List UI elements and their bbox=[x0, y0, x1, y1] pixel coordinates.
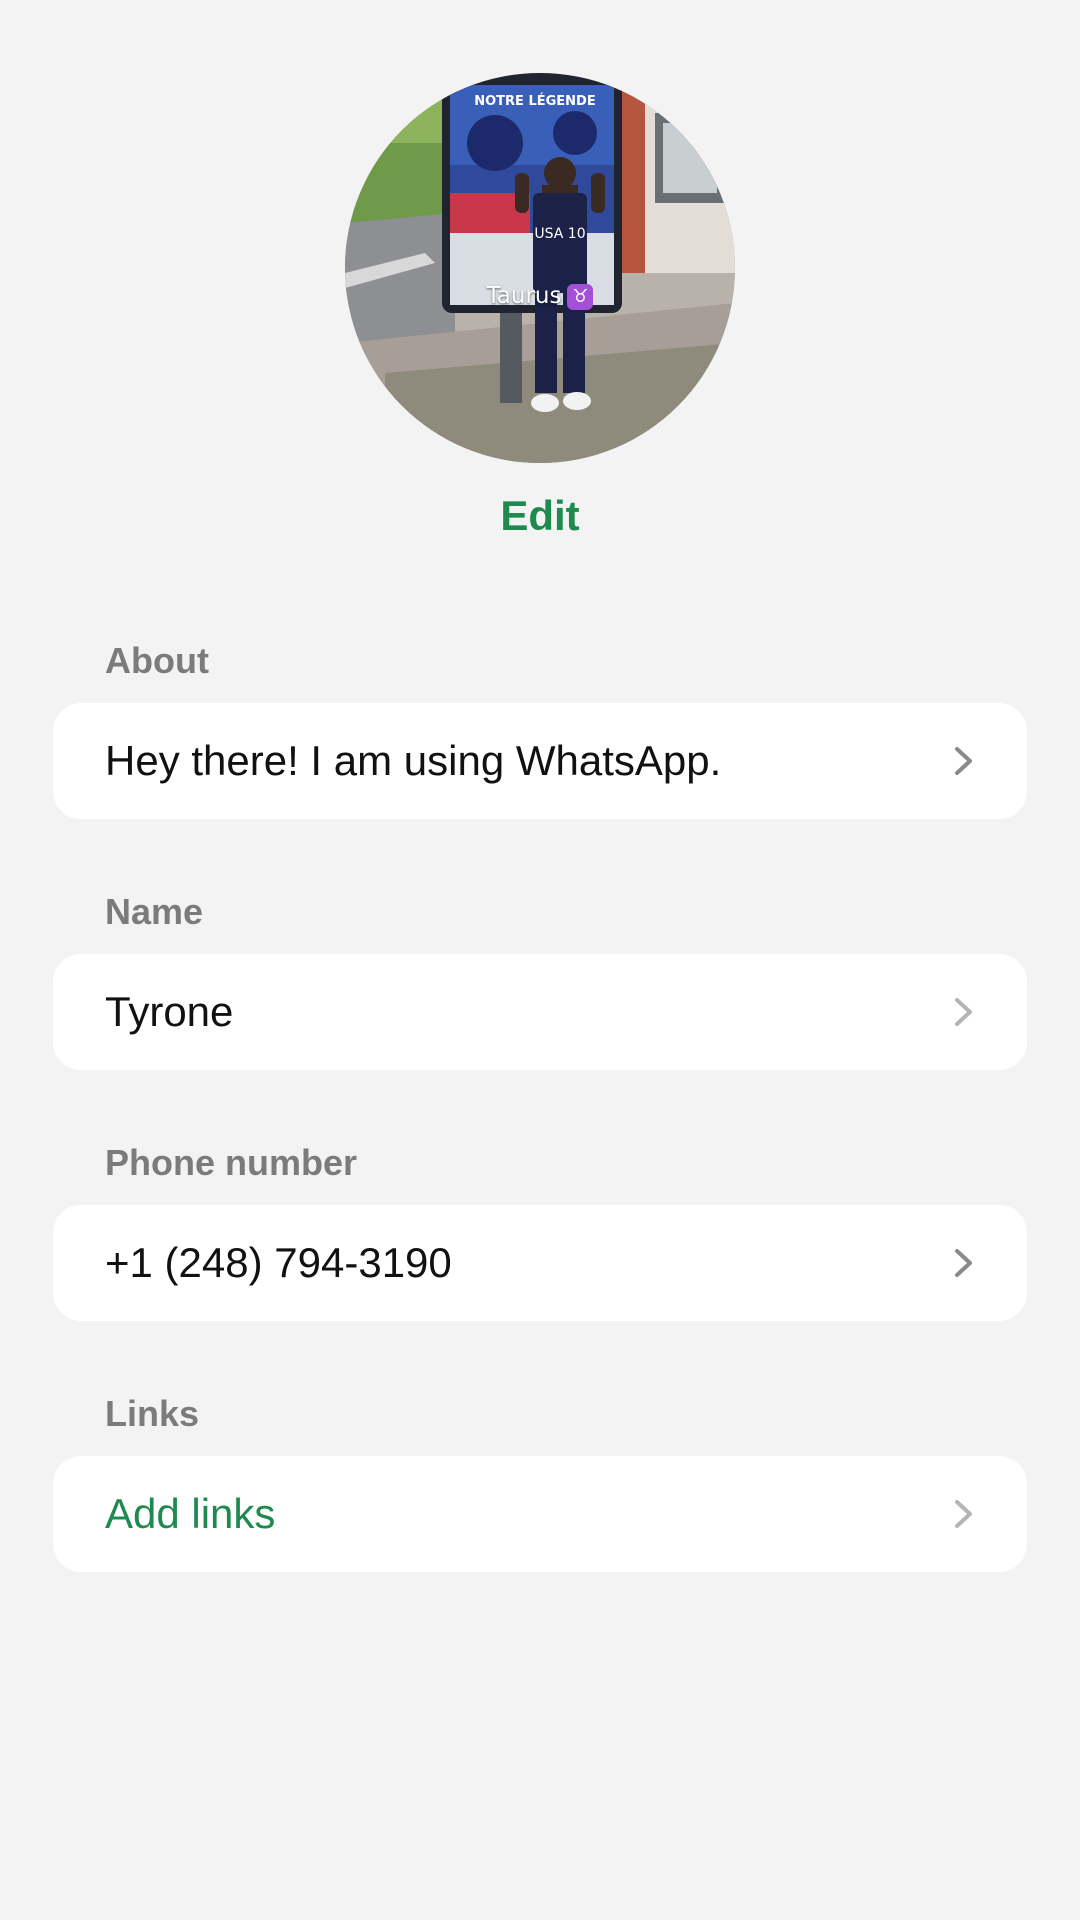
avatar-caption: Taurus ♉ bbox=[345, 283, 735, 310]
add-links-button[interactable]: Add links bbox=[105, 1456, 275, 1572]
links-row[interactable]: Add links bbox=[53, 1456, 1027, 1572]
about-row[interactable]: Hey there! I am using WhatsApp. bbox=[53, 703, 1027, 819]
shirt-text: USA 10 bbox=[534, 226, 585, 242]
profile-photo[interactable]: NOTRE LÉGENDE USA 10 Taurus ♉ bbox=[345, 73, 735, 463]
profile-photo-illustration: NOTRE LÉGENDE USA 10 bbox=[345, 73, 735, 463]
name-value: Tyrone bbox=[105, 988, 234, 1035]
chevron-right-icon bbox=[955, 998, 972, 1026]
taurus-sign-icon: ♉ bbox=[567, 283, 594, 310]
phone-label: Phone number bbox=[105, 1142, 358, 1183]
about-value: Hey there! I am using WhatsApp. bbox=[105, 737, 722, 784]
name-row[interactable]: Tyrone bbox=[53, 954, 1027, 1070]
name-label: Name bbox=[105, 891, 204, 932]
profile-page: NOTRE LÉGENDE USA 10 Taurus ♉ Edit About … bbox=[0, 0, 1080, 1920]
avatar-caption-text: Taurus bbox=[486, 283, 562, 309]
phone-value: +1 (248) 794-3190 bbox=[105, 1239, 452, 1286]
chevron-right-icon bbox=[955, 1249, 972, 1277]
poster-text: NOTRE LÉGENDE bbox=[474, 93, 595, 109]
edit-photo-button[interactable]: Edit bbox=[0, 492, 1080, 540]
about-label: About bbox=[105, 640, 209, 681]
chevron-right-icon bbox=[955, 747, 972, 775]
links-label: Links bbox=[105, 1393, 200, 1434]
chevron-right-icon bbox=[955, 1500, 972, 1528]
phone-row[interactable]: +1 (248) 794-3190 bbox=[53, 1205, 1027, 1321]
